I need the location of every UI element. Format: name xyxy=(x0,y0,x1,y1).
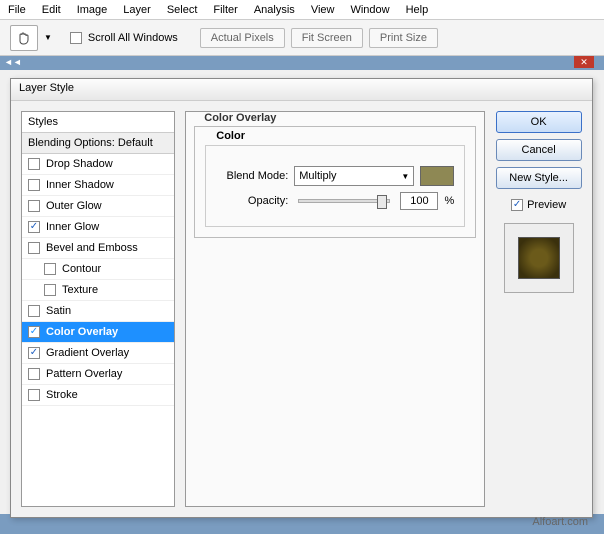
slider-thumb[interactable] xyxy=(377,195,387,209)
print-size-button[interactable]: Print Size xyxy=(369,28,438,48)
menu-image[interactable]: Image xyxy=(69,2,116,18)
style-label: Satin xyxy=(46,305,71,317)
opacity-label: Opacity: xyxy=(216,195,288,207)
style-row-inner-shadow[interactable]: Inner Shadow xyxy=(22,175,174,196)
blend-mode-value: Multiply xyxy=(299,170,336,182)
style-checkbox[interactable] xyxy=(44,284,56,296)
opacity-slider[interactable] xyxy=(298,199,390,203)
style-checkbox[interactable] xyxy=(28,389,40,401)
dialog-title: Layer Style xyxy=(11,79,592,101)
style-label: Inner Shadow xyxy=(46,179,114,191)
style-label: Gradient Overlay xyxy=(46,347,129,359)
style-row-gradient-overlay[interactable]: Gradient Overlay xyxy=(22,343,174,364)
style-row-pattern-overlay[interactable]: Pattern Overlay xyxy=(22,364,174,385)
style-label: Inner Glow xyxy=(46,221,99,233)
style-row-inner-glow[interactable]: Inner Glow xyxy=(22,217,174,238)
actual-pixels-button[interactable]: Actual Pixels xyxy=(200,28,285,48)
layer-style-dialog: Layer Style Styles Blending Options: Def… xyxy=(10,78,593,518)
group-title: Color xyxy=(212,130,249,142)
style-label: Pattern Overlay xyxy=(46,368,122,380)
styles-list: Styles Blending Options: Default Drop Sh… xyxy=(21,111,175,507)
styles-header[interactable]: Styles xyxy=(22,112,174,133)
hand-tool-icon[interactable] xyxy=(10,25,38,51)
menu-edit[interactable]: Edit xyxy=(34,2,69,18)
style-row-contour[interactable]: Contour xyxy=(22,259,174,280)
style-checkbox[interactable] xyxy=(28,347,40,359)
close-tab-icon[interactable]: ✕ xyxy=(574,56,594,68)
document-tab-strip: ◄◄ ✕ xyxy=(0,56,604,70)
style-label: Color Overlay xyxy=(46,326,118,338)
scroll-all-label: Scroll All Windows xyxy=(88,32,178,44)
watermark: Alfoart.com xyxy=(532,516,588,528)
tool-dropdown-arrow[interactable]: ▼ xyxy=(44,33,52,42)
style-label: Outer Glow xyxy=(46,200,102,212)
style-checkbox[interactable] xyxy=(28,368,40,380)
color-swatch[interactable] xyxy=(420,166,454,186)
opacity-value[interactable]: 100 xyxy=(400,192,438,210)
menu-window[interactable]: Window xyxy=(342,2,397,18)
scroll-all-checkbox[interactable] xyxy=(70,32,82,44)
style-label: Stroke xyxy=(46,389,78,401)
menu-file[interactable]: File xyxy=(0,2,34,18)
tab-scroll-arrows[interactable]: ◄◄ xyxy=(4,57,22,67)
style-checkbox[interactable] xyxy=(28,221,40,233)
menu-filter[interactable]: Filter xyxy=(205,2,245,18)
style-checkbox[interactable] xyxy=(28,158,40,170)
style-row-drop-shadow[interactable]: Drop Shadow xyxy=(22,154,174,175)
preview-thumb xyxy=(518,237,560,279)
style-checkbox[interactable] xyxy=(28,242,40,254)
preview-box xyxy=(504,223,574,293)
cancel-button[interactable]: Cancel xyxy=(496,139,582,161)
style-row-texture[interactable]: Texture xyxy=(22,280,174,301)
settings-panel: Color Overlay Color Blend Mode: Multiply… xyxy=(185,111,485,507)
style-label: Bevel and Emboss xyxy=(46,242,138,254)
fit-screen-button[interactable]: Fit Screen xyxy=(291,28,363,48)
style-checkbox[interactable] xyxy=(28,326,40,338)
menu-layer[interactable]: Layer xyxy=(115,2,159,18)
menu-select[interactable]: Select xyxy=(159,2,206,18)
panel-title: Color Overlay xyxy=(200,112,280,124)
style-row-outer-glow[interactable]: Outer Glow xyxy=(22,196,174,217)
menu-view[interactable]: View xyxy=(303,2,343,18)
style-label: Texture xyxy=(62,284,98,296)
blending-options-header[interactable]: Blending Options: Default xyxy=(22,133,174,154)
dialog-buttons: OK Cancel New Style... Preview xyxy=(495,111,582,507)
style-label: Contour xyxy=(62,263,101,275)
chevron-down-icon: ▼ xyxy=(401,172,409,181)
style-row-color-overlay[interactable]: Color Overlay xyxy=(22,322,174,343)
style-row-stroke[interactable]: Stroke xyxy=(22,385,174,406)
menu-bar: File Edit Image Layer Select Filter Anal… xyxy=(0,0,604,20)
preview-checkbox[interactable] xyxy=(511,199,523,211)
opacity-unit: % xyxy=(444,195,454,207)
style-checkbox[interactable] xyxy=(28,305,40,317)
style-checkbox[interactable] xyxy=(28,179,40,191)
preview-label: Preview xyxy=(527,199,566,211)
menu-analysis[interactable]: Analysis xyxy=(246,2,303,18)
new-style-button[interactable]: New Style... xyxy=(496,167,582,189)
style-checkbox[interactable] xyxy=(44,263,56,275)
style-row-satin[interactable]: Satin xyxy=(22,301,174,322)
menu-help[interactable]: Help xyxy=(398,2,437,18)
ok-button[interactable]: OK xyxy=(496,111,582,133)
blend-mode-dropdown[interactable]: Multiply ▼ xyxy=(294,166,414,186)
options-bar: ▼ Scroll All Windows Actual Pixels Fit S… xyxy=(0,20,604,56)
style-row-bevel-and-emboss[interactable]: Bevel and Emboss xyxy=(22,238,174,259)
style-checkbox[interactable] xyxy=(28,200,40,212)
blend-mode-label: Blend Mode: xyxy=(216,170,288,182)
style-label: Drop Shadow xyxy=(46,158,113,170)
